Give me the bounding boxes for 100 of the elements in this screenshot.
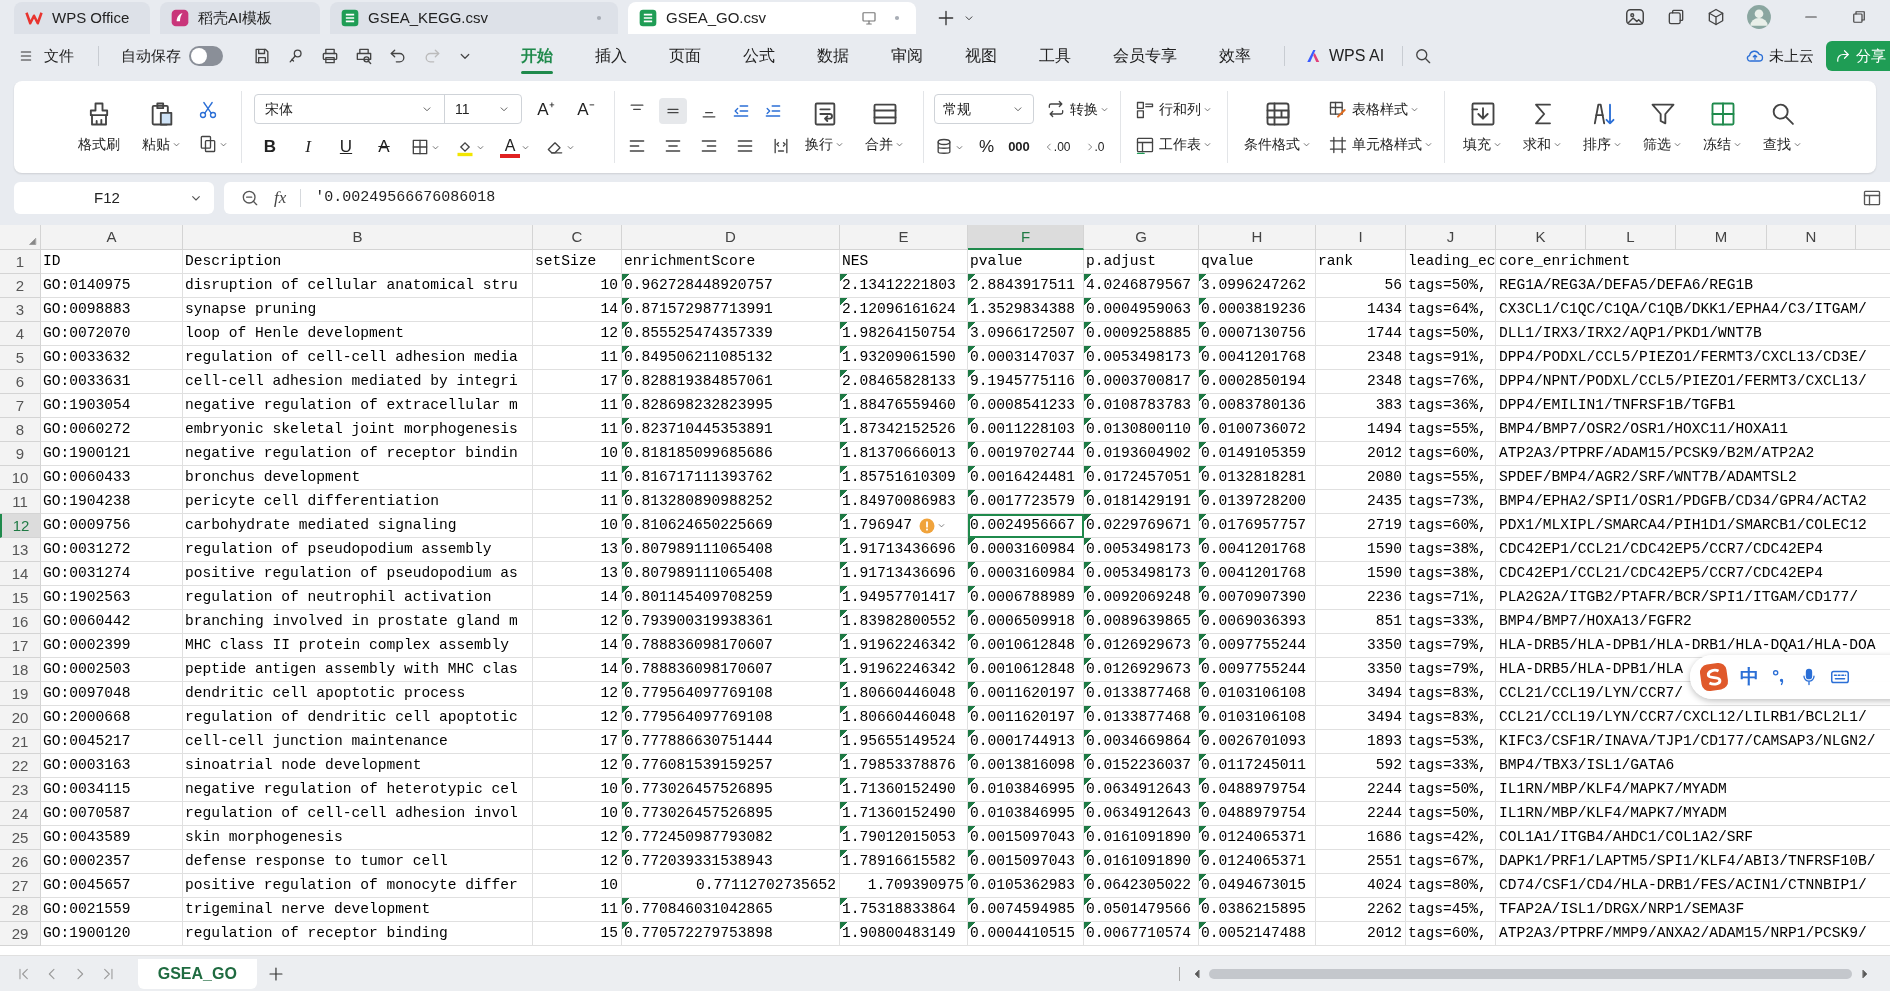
menu-tab[interactable]: 会员专享 (1092, 36, 1198, 76)
worksheet-button[interactable]: 工作表 (1135, 134, 1213, 155)
row-header[interactable]: 7 (0, 394, 41, 418)
document-tab[interactable]: 稻壳AI模板 (160, 2, 320, 34)
row-header[interactable]: 24 (0, 802, 41, 826)
row-header[interactable]: 11 (0, 490, 41, 514)
row-header[interactable]: 13 (0, 538, 41, 562)
menu-tab[interactable]: 开始 (500, 36, 574, 76)
row-header[interactable]: 9 (0, 442, 41, 466)
column-header[interactable]: D (622, 225, 840, 250)
document-tab[interactable]: GSEA_GO.csv (628, 2, 916, 34)
column-header[interactable]: A (41, 225, 183, 250)
font-color-button[interactable]: A (500, 136, 520, 158)
sort-button[interactable]: 排序 (1577, 99, 1629, 155)
cut-icon[interactable] (198, 100, 218, 120)
row-header[interactable]: 17 (0, 634, 41, 658)
borders-icon[interactable] (410, 137, 430, 157)
paste-button[interactable]: 粘贴 (136, 99, 188, 155)
menu-icon[interactable] (18, 48, 34, 64)
column-header[interactable]: I (1316, 225, 1406, 250)
function-button[interactable]: fx (274, 185, 287, 211)
menu-tab[interactable]: 工具 (1018, 36, 1092, 76)
column-header[interactable]: H (1199, 225, 1316, 250)
name-box[interactable]: F12 (14, 182, 214, 214)
row-header[interactable]: 26 (0, 850, 41, 874)
decimal-increase-button[interactable]: .00 (1043, 138, 1071, 156)
file-menu[interactable]: 文件 (42, 44, 76, 68)
autosave-toggle[interactable] (189, 46, 223, 66)
underline-button[interactable]: U (334, 134, 358, 160)
dot-icon[interactable] (594, 13, 604, 23)
sum-button[interactable]: 求和 (1517, 99, 1569, 155)
row-header[interactable]: 20 (0, 706, 41, 730)
rows-columns-button[interactable]: 行和列 (1135, 99, 1213, 120)
document-tab[interactable]: GSEA_KEGG.csv (330, 2, 618, 34)
column-header[interactable]: L (1586, 225, 1676, 250)
zoom-icon[interactable] (240, 188, 260, 208)
menu-tab[interactable]: 数据 (796, 36, 870, 76)
sheet-tab[interactable]: GSEA_GO (137, 958, 257, 989)
row-header[interactable]: 1 (0, 250, 41, 274)
scrollbar-thumb[interactable] (1209, 968, 1853, 979)
row-header[interactable]: 3 (0, 298, 41, 322)
row-header[interactable]: 5 (0, 346, 41, 370)
increase-font-button[interactable]: A⁺ (530, 96, 562, 122)
percent-button[interactable]: % (979, 134, 995, 160)
decrease-font-button[interactable]: A⁻ (570, 96, 602, 122)
menu-tab[interactable]: 效率 (1198, 36, 1272, 76)
row-header[interactable]: 23 (0, 778, 41, 802)
row-header[interactable]: 18 (0, 658, 41, 682)
menu-tab[interactable]: 审阅 (870, 36, 944, 76)
format-painter-button[interactable]: 格式刷 (72, 99, 126, 155)
row-header[interactable]: 16 (0, 610, 41, 634)
merge-button[interactable]: 合并 (859, 99, 911, 155)
cube-icon[interactable] (1706, 7, 1726, 27)
row-header[interactable]: 29 (0, 922, 41, 946)
column-header[interactable]: J (1406, 225, 1496, 250)
menu-tab[interactable]: 页面 (648, 36, 722, 76)
dot-icon[interactable] (892, 13, 902, 23)
row-header[interactable]: 15 (0, 586, 41, 610)
row-header[interactable]: 19 (0, 682, 41, 706)
menu-tab[interactable]: 插入 (574, 36, 648, 76)
ai-button[interactable]: WPS AI (1297, 44, 1393, 68)
expand-icon[interactable] (1862, 188, 1882, 208)
fill-button[interactable]: 填充 (1457, 99, 1509, 155)
thousands-button[interactable]: 000 (1008, 137, 1030, 157)
filter-button[interactable]: 筛选 (1637, 99, 1689, 155)
formula-field[interactable]: '0.00249566676086018 (315, 186, 1848, 210)
number-format-field[interactable]: 常规 (934, 94, 1034, 125)
print-preview-icon[interactable] (354, 46, 374, 66)
row-header[interactable]: 27 (0, 874, 41, 898)
italic-button[interactable]: I (296, 134, 320, 160)
picture-frame-icon[interactable] (1624, 6, 1646, 28)
row-header[interactable]: 2 (0, 274, 41, 298)
column-header[interactable]: B (183, 225, 533, 250)
freeze-button[interactable]: 冻结 (1697, 99, 1749, 155)
menu-tab[interactable]: 视图 (944, 36, 1018, 76)
column-header[interactable]: M (1676, 225, 1767, 250)
strikethrough-button[interactable]: A (372, 134, 396, 160)
monitor-icon[interactable] (860, 9, 878, 27)
bold-button[interactable]: B (258, 134, 282, 160)
new-tab-icon[interactable] (936, 8, 956, 28)
decimal-decrease-button[interactable]: .0 (1084, 138, 1105, 156)
restore-icon[interactable] (1850, 8, 1868, 26)
column-header[interactable]: K (1496, 225, 1586, 250)
cell-style-button[interactable]: 单元格样式 (1328, 134, 1434, 155)
convert-button[interactable]: 转换 (1046, 98, 1110, 120)
row-header[interactable]: 4 (0, 322, 41, 346)
row-header[interactable]: 6 (0, 370, 41, 394)
corner-triangle-icon[interactable] (28, 237, 37, 246)
row-header[interactable]: 21 (0, 730, 41, 754)
column-header[interactable]: F (968, 225, 1084, 250)
row-header[interactable]: 14 (0, 562, 41, 586)
row-header[interactable]: 10 (0, 466, 41, 490)
column-header[interactable]: G (1084, 225, 1199, 250)
find-button[interactable]: 查找 (1757, 99, 1809, 155)
row-header[interactable]: 12 (0, 514, 41, 538)
column-header[interactable]: N (1767, 225, 1856, 250)
column-header[interactable]: C (533, 225, 622, 250)
print-icon[interactable] (320, 46, 340, 66)
windows-icon[interactable] (1666, 7, 1686, 27)
wrap-text-button[interactable]: 换行 (799, 99, 851, 155)
